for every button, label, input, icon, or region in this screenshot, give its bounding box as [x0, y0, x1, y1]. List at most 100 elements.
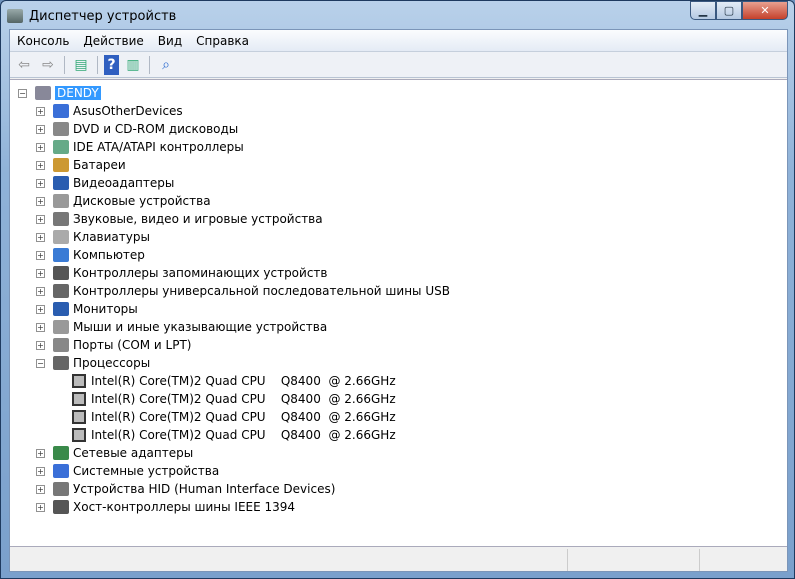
- expand-icon[interactable]: +: [36, 466, 45, 476]
- tree-item-label[interactable]: AsusOtherDevices: [73, 104, 183, 118]
- tree-item-label[interactable]: Контроллеры универсальной последовательн…: [73, 284, 450, 298]
- status-bar: [10, 549, 787, 571]
- maximize-button[interactable]: ▢: [716, 1, 742, 20]
- processor-icon: [72, 374, 86, 388]
- tree-item-label[interactable]: Звуковые, видео и игровые устройства: [73, 212, 323, 226]
- menu-action[interactable]: Действие: [76, 34, 150, 48]
- device-manager-icon: [7, 9, 23, 23]
- menu-console[interactable]: Консоль: [10, 34, 76, 48]
- tree-item-label[interactable]: Мониторы: [73, 302, 138, 316]
- tree-item[interactable]: + Сетевые адаптеры: [36, 444, 193, 462]
- root-label[interactable]: DENDY: [55, 86, 101, 100]
- tree-item[interactable]: + Контроллеры запоминающих устройств: [36, 264, 327, 282]
- processor-icon: [72, 428, 86, 442]
- tree-item[interactable]: + Контроллеры универсальной последователь…: [36, 282, 450, 300]
- tree-child-item[interactable]: Intel(R) Core(TM)2 Quad CPU Q8400 @ 2.66…: [72, 372, 396, 390]
- tree-item[interactable]: + Батареи: [36, 156, 126, 174]
- expand-icon[interactable]: +: [36, 340, 45, 350]
- tree-item-label[interactable]: Батареи: [73, 158, 126, 172]
- tree-item-label[interactable]: Системные устройства: [73, 464, 219, 478]
- tree-item-label[interactable]: Дисковые устройства: [73, 194, 211, 208]
- tree-item-label[interactable]: Клавиатуры: [73, 230, 150, 244]
- device-category-icon: [53, 230, 69, 244]
- tree-item[interactable]: + Компьютер: [36, 246, 145, 264]
- toolbar: ⇦ ⇨ ▤ ? ▥ ⌕: [10, 52, 787, 78]
- expand-icon[interactable]: +: [36, 214, 45, 224]
- tree-item-label[interactable]: Intel(R) Core(TM)2 Quad CPU Q8400 @ 2.66…: [91, 392, 396, 406]
- tree-item-label[interactable]: Процессоры: [73, 356, 150, 370]
- tree-item[interactable]: + Хост-контроллеры шины IEEE 1394: [36, 498, 295, 516]
- tree-item[interactable]: + AsusOtherDevices: [36, 102, 183, 120]
- tree-item-label[interactable]: Хост-контроллеры шины IEEE 1394: [73, 500, 295, 514]
- menu-bar: Консоль Действие Вид Справка: [10, 30, 787, 52]
- tree-item[interactable]: + Устройства HID (Human Interface Devices…: [36, 480, 335, 498]
- menu-help[interactable]: Справка: [189, 34, 256, 48]
- device-tree[interactable]: − DENDY + AsusOtherDevices + DVD и CD-ROM д…: [10, 79, 787, 547]
- device-category-icon: [53, 212, 69, 226]
- tree-item-label[interactable]: IDE ATA/ATAPI контроллеры: [73, 140, 244, 154]
- tree-child-item[interactable]: Intel(R) Core(TM)2 Quad CPU Q8400 @ 2.66…: [72, 408, 396, 426]
- tree-child-item[interactable]: Intel(R) Core(TM)2 Quad CPU Q8400 @ 2.66…: [72, 426, 396, 444]
- tree-item[interactable]: + Мониторы: [36, 300, 138, 318]
- help-icon[interactable]: ?: [104, 54, 119, 75]
- tree-item-label[interactable]: Порты (COM и LPT): [73, 338, 191, 352]
- console-tree-icon[interactable]: ▤: [71, 55, 91, 75]
- back-icon[interactable]: ⇦: [14, 55, 34, 75]
- tree-item-label[interactable]: Intel(R) Core(TM)2 Quad CPU Q8400 @ 2.66…: [91, 374, 396, 388]
- tree-item[interactable]: + DVD и CD-ROM дисководы: [36, 120, 238, 138]
- tree-item[interactable]: + Дисковые устройства: [36, 192, 211, 210]
- tree-item[interactable]: + Системные устройства: [36, 462, 219, 480]
- tree-item-label[interactable]: Видеоадаптеры: [73, 176, 174, 190]
- status-pane: [10, 549, 568, 571]
- tree-item[interactable]: + Клавиатуры: [36, 228, 150, 246]
- tree-item-label[interactable]: Устройства HID (Human Interface Devices): [73, 482, 335, 496]
- expand-icon[interactable]: +: [36, 286, 45, 296]
- tree-item[interactable]: − Процессоры: [36, 354, 150, 372]
- device-category-icon: [53, 194, 69, 208]
- device-category-icon: [53, 482, 69, 496]
- device-category-icon: [53, 446, 69, 460]
- tree-item-label[interactable]: Intel(R) Core(TM)2 Quad CPU Q8400 @ 2.66…: [91, 428, 396, 442]
- separator: [149, 55, 150, 74]
- collapse-icon[interactable]: −: [36, 358, 45, 368]
- device-category-icon: [53, 140, 69, 154]
- tree-item[interactable]: + Звуковые, видео и игровые устройства: [36, 210, 323, 228]
- minimize-button[interactable]: ▁: [690, 1, 716, 20]
- expand-icon[interactable]: +: [36, 484, 45, 494]
- tree-item[interactable]: + Видеоадаптеры: [36, 174, 174, 192]
- scan-hardware-icon[interactable]: ⌕: [156, 55, 176, 75]
- status-pane: [568, 549, 700, 571]
- tree-item[interactable]: + Порты (COM и LPT): [36, 336, 191, 354]
- expand-icon[interactable]: +: [36, 160, 45, 170]
- client-area: Консоль Действие Вид Справка ⇦ ⇨ ▤ ? ▥ ⌕…: [9, 29, 788, 572]
- expand-icon[interactable]: +: [36, 322, 45, 332]
- device-category-icon: [53, 320, 69, 334]
- expand-icon[interactable]: +: [36, 232, 45, 242]
- tree-item-label[interactable]: Контроллеры запоминающих устройств: [73, 266, 327, 280]
- tree-root[interactable]: − DENDY: [18, 84, 101, 102]
- device-category-icon: [53, 500, 69, 514]
- tree-item-label[interactable]: Мыши и иные указывающие устройства: [73, 320, 327, 334]
- expand-icon[interactable]: +: [36, 250, 45, 260]
- expand-icon[interactable]: +: [36, 502, 45, 512]
- tree-item-label[interactable]: DVD и CD-ROM дисководы: [73, 122, 238, 136]
- expand-icon[interactable]: +: [36, 268, 45, 278]
- tree-child-item[interactable]: Intel(R) Core(TM)2 Quad CPU Q8400 @ 2.66…: [72, 390, 396, 408]
- menu-view[interactable]: Вид: [151, 34, 189, 48]
- forward-icon[interactable]: ⇨: [38, 55, 58, 75]
- expand-icon[interactable]: +: [36, 448, 45, 458]
- expand-icon[interactable]: +: [36, 124, 45, 134]
- expand-icon[interactable]: +: [36, 178, 45, 188]
- expand-icon[interactable]: +: [36, 304, 45, 314]
- collapse-icon[interactable]: −: [18, 88, 27, 98]
- tree-item-label[interactable]: Сетевые адаптеры: [73, 446, 193, 460]
- tree-item[interactable]: + Мыши и иные указывающие устройства: [36, 318, 327, 336]
- tree-item-label[interactable]: Intel(R) Core(TM)2 Quad CPU Q8400 @ 2.66…: [91, 410, 396, 424]
- expand-icon[interactable]: +: [36, 196, 45, 206]
- close-button[interactable]: ✕: [742, 1, 788, 20]
- expand-icon[interactable]: +: [36, 106, 45, 116]
- tree-item[interactable]: + IDE ATA/ATAPI контроллеры: [36, 138, 244, 156]
- tree-item-label[interactable]: Компьютер: [73, 248, 145, 262]
- action-pane-icon[interactable]: ▥: [123, 55, 143, 75]
- expand-icon[interactable]: +: [36, 142, 45, 152]
